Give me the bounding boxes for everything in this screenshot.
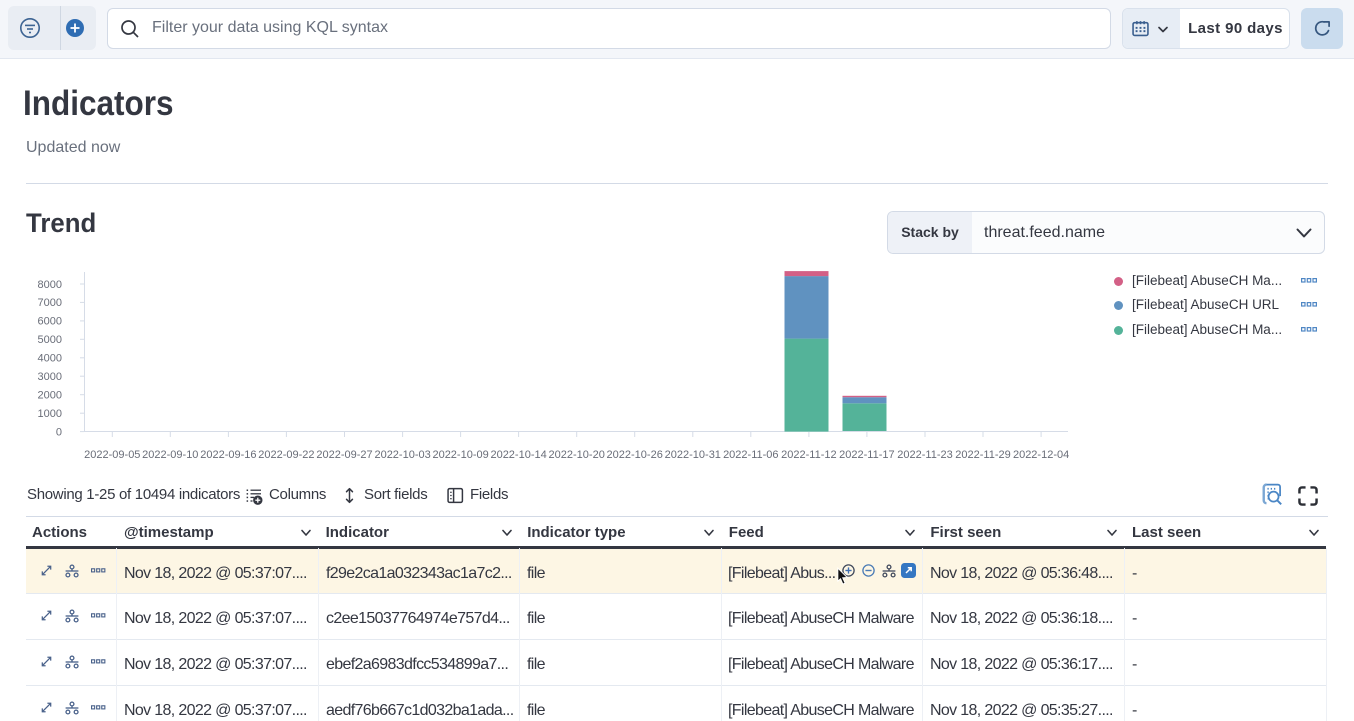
svg-text:2022-11-06: 2022-11-06 bbox=[723, 449, 778, 461]
svg-text:8000: 8000 bbox=[38, 279, 62, 291]
svg-text:2022-10-03: 2022-10-03 bbox=[374, 449, 430, 461]
svg-text:6000: 6000 bbox=[38, 316, 62, 328]
svg-text:0: 0 bbox=[56, 426, 62, 438]
svg-text:2022-11-17: 2022-11-17 bbox=[839, 449, 894, 461]
svg-text:3000: 3000 bbox=[38, 371, 62, 383]
svg-text:2022-10-20: 2022-10-20 bbox=[549, 449, 605, 461]
svg-text:2022-09-05: 2022-09-05 bbox=[84, 449, 140, 461]
svg-text:2022-11-12: 2022-11-12 bbox=[781, 449, 836, 461]
svg-text:2022-09-16: 2022-09-16 bbox=[200, 449, 256, 461]
svg-text:5000: 5000 bbox=[38, 334, 62, 346]
svg-text:2022-09-10: 2022-09-10 bbox=[142, 449, 198, 461]
svg-text:2022-10-26: 2022-10-26 bbox=[607, 449, 663, 461]
svg-text:4000: 4000 bbox=[38, 353, 62, 365]
svg-text:2000: 2000 bbox=[38, 390, 62, 402]
svg-text:1000: 1000 bbox=[38, 408, 62, 420]
svg-text:2022-11-29: 2022-11-29 bbox=[955, 449, 1010, 461]
svg-text:2022-09-27: 2022-09-27 bbox=[316, 449, 372, 461]
svg-text:7000: 7000 bbox=[38, 297, 62, 309]
svg-text:2022-10-09: 2022-10-09 bbox=[432, 449, 488, 461]
svg-text:2022-11-23: 2022-11-23 bbox=[897, 449, 952, 461]
svg-text:2022-12-04: 2022-12-04 bbox=[1013, 449, 1069, 461]
svg-text:2022-09-22: 2022-09-22 bbox=[258, 449, 314, 461]
svg-text:2022-10-14: 2022-10-14 bbox=[490, 449, 546, 461]
svg-text:2022-10-31: 2022-10-31 bbox=[665, 449, 721, 461]
